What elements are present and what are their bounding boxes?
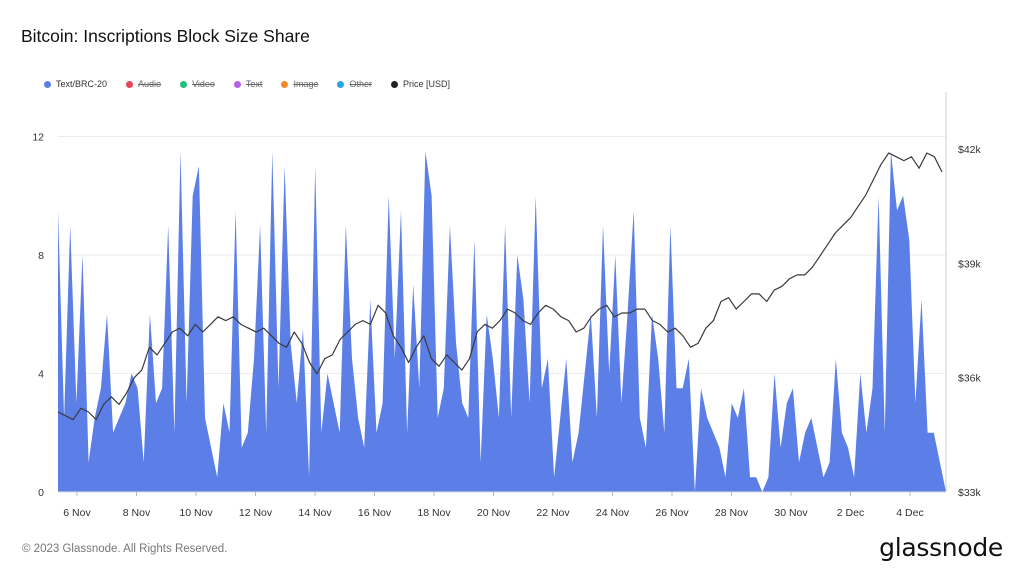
text-brc20-area-series <box>58 151 946 493</box>
y-right-tick-label: $33k <box>958 487 982 499</box>
copyright-footer: © 2023 Glassnode. All Rights Reserved. <box>22 543 228 555</box>
y-right-tick-label: $36k <box>958 373 982 385</box>
y-right-tick-label: $39k <box>958 258 982 270</box>
x-tick-label: 22 Nov <box>536 507 570 519</box>
x-tick-label: 18 Nov <box>417 507 451 519</box>
y-left-tick-label: 8 <box>38 250 44 262</box>
x-tick-label: 10 Nov <box>179 507 213 519</box>
text-brc20-area <box>58 151 946 493</box>
x-tick-label: 12 Nov <box>239 507 273 519</box>
x-tick-label: 14 Nov <box>298 507 332 519</box>
y-left-tick-label: 0 <box>38 487 44 499</box>
y-left-tick-label: 12 <box>32 131 44 143</box>
y-right-tick-label: $42k <box>958 144 982 156</box>
x-tick-label: 8 Nov <box>123 507 151 519</box>
glassnode-logo: glassnode <box>879 533 1003 562</box>
x-tick-label: 24 Nov <box>596 507 630 519</box>
x-tick-label: 26 Nov <box>655 507 689 519</box>
x-tick-label: 28 Nov <box>715 507 749 519</box>
x-tick-label: 16 Nov <box>358 507 392 519</box>
x-tick-label: 30 Nov <box>774 507 808 519</box>
chart-plot[interactable]: 0 4 8 12 $33k $36k $39k $42k 6 Nov 8 Nov 10 Nov 12 … <box>0 0 1024 576</box>
x-tick-label: 6 Nov <box>63 507 91 519</box>
x-tick-label: 2 Dec <box>837 507 864 519</box>
x-tick-label: 4 Dec <box>896 507 923 519</box>
x-tick-label: 20 Nov <box>477 507 511 519</box>
y-left-tick-label: 4 <box>38 368 44 380</box>
